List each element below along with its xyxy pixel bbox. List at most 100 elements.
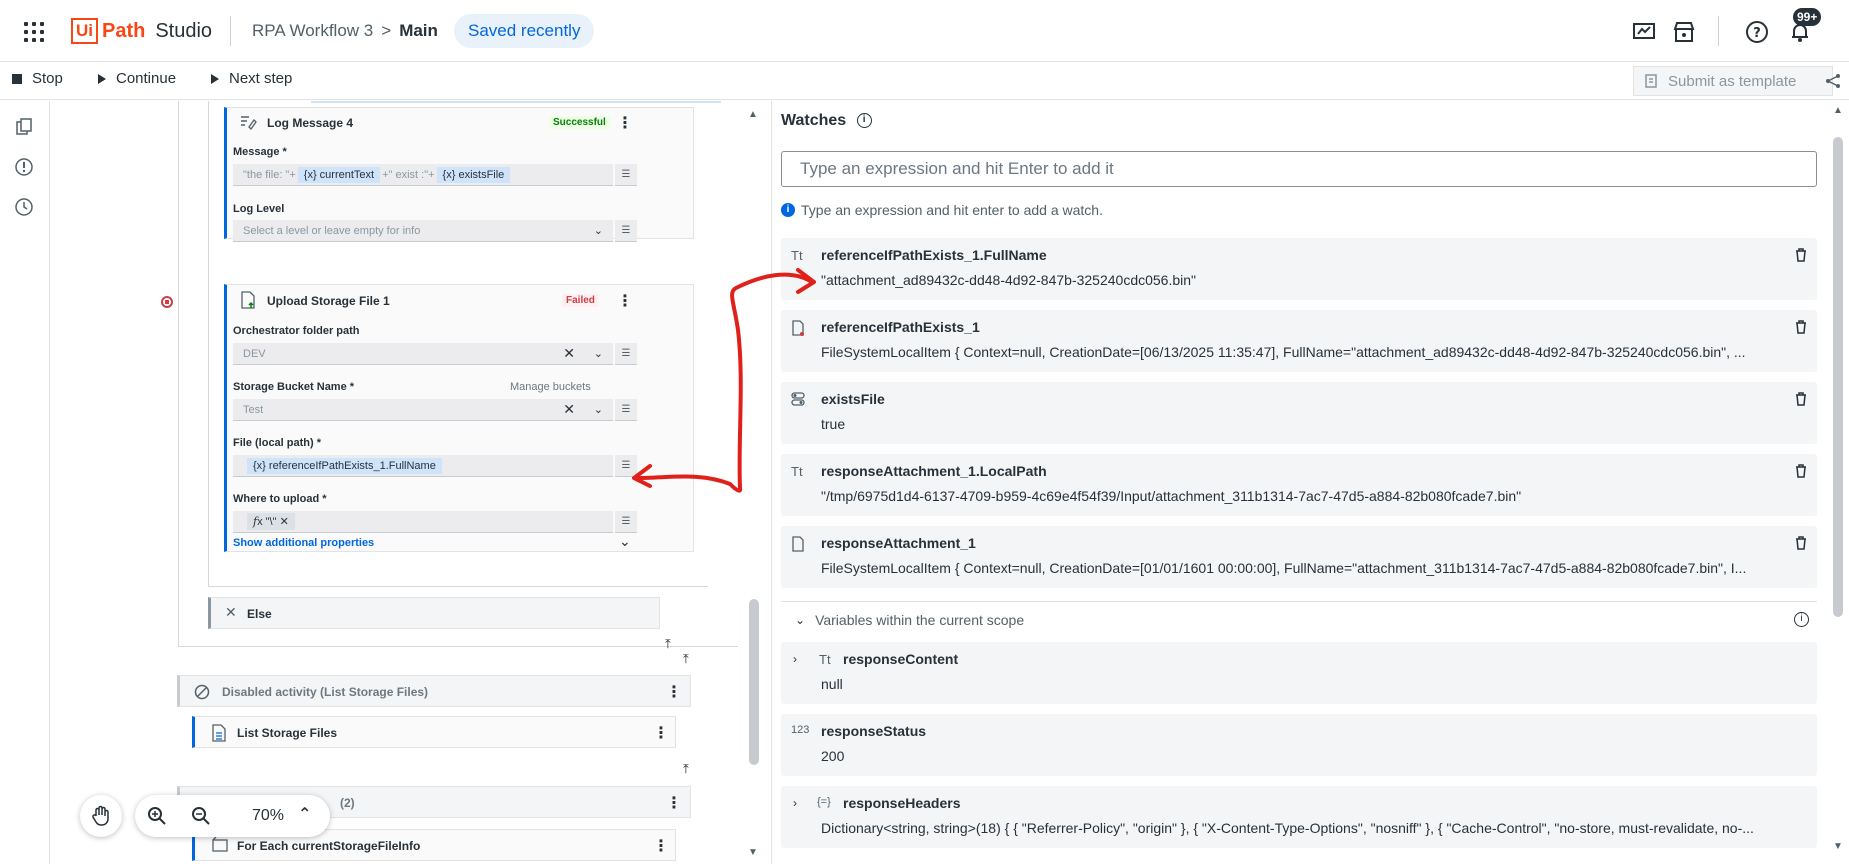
chevron-up-icon[interactable]: ⌃	[298, 804, 311, 824]
zoom-in-icon[interactable]	[147, 806, 167, 826]
submit-template-button[interactable]: Submit as template	[1633, 66, 1833, 96]
breakpoint-icon[interactable]	[161, 296, 173, 308]
manage-buckets-link[interactable]: Manage buckets	[510, 381, 591, 393]
show-additional-properties-link[interactable]: Show additional properties	[233, 537, 374, 549]
scroll-up-icon[interactable]: ▲	[1833, 105, 1843, 116]
disabled-activity-card[interactable]: Disabled activity (List Storage Files) ⋮	[177, 675, 691, 707]
watches-title: Watches i	[781, 112, 872, 130]
watch-item[interactable]: referenceIfPathExists_1 FileSystemLocalI…	[781, 310, 1817, 372]
submit-template-label: Submit as template	[1668, 72, 1797, 90]
continue-button[interactable]: Continue	[98, 70, 176, 87]
zoom-level[interactable]: 70%	[252, 807, 284, 825]
feedback-icon[interactable]	[1632, 20, 1656, 44]
upload-storage-file-card[interactable]: Upload Storage File 1 Failed ⋮ Orchestra…	[224, 284, 694, 552]
clear-icon[interactable]: ✕	[563, 401, 575, 418]
log-level-label: Log Level	[233, 203, 285, 215]
breadcrumb: RPA Workflow 3 > Main	[252, 21, 438, 41]
list-storage-files-card[interactable]: List Storage Files ⋮	[192, 716, 676, 748]
status-badge: Successful	[549, 116, 610, 129]
variable-chip[interactable]: {x} referenceIfPathExists_1.FullName	[247, 457, 442, 474]
watch-item[interactable]: existsFile true	[781, 382, 1817, 444]
expression-editor-icon[interactable]: ☰	[615, 399, 637, 421]
clear-icon[interactable]: ✕	[563, 345, 575, 362]
help-icon[interactable]: ?	[1745, 20, 1769, 44]
watch-expression-input[interactable]: Type an expression and hit Enter to add …	[781, 151, 1817, 187]
stop-icon	[12, 73, 22, 84]
pan-tool-button[interactable]	[80, 795, 122, 837]
bucket-name-label: Storage Bucket Name *	[233, 381, 355, 393]
more-options-icon[interactable]: ⋮	[653, 836, 669, 856]
delete-icon[interactable]	[1795, 464, 1807, 478]
delete-icon[interactable]	[1795, 320, 1807, 334]
more-options-icon[interactable]: ⋮	[666, 793, 682, 813]
expression-editor-icon[interactable]: ☰	[615, 220, 637, 242]
collapse-icon[interactable]: ⤒	[683, 651, 689, 667]
scope-variable-item[interactable]: 123 responseStatus 200	[781, 714, 1817, 776]
scrollbar-thumb[interactable]	[1833, 137, 1843, 617]
delete-icon[interactable]	[1795, 536, 1807, 550]
message-field[interactable]: "the file: "+ {x} currentText +" exist :…	[233, 164, 613, 186]
scope-variables-header[interactable]: ⌄ Variables within the current scope i	[781, 601, 1817, 637]
history-icon[interactable]	[14, 197, 34, 217]
canvas-scrollbar[interactable]: ▲ ▼	[748, 109, 760, 864]
scroll-up-icon[interactable]: ▲	[748, 109, 758, 120]
info-icon[interactable]: i	[1794, 612, 1809, 627]
delete-icon[interactable]	[1795, 248, 1807, 262]
more-options-icon[interactable]: ⋮	[617, 113, 633, 133]
chevron-down-icon[interactable]: ⌄	[619, 533, 631, 550]
share-icon[interactable]	[1824, 72, 1842, 90]
folder-path-select[interactable]: DEV ✕ ⌄	[233, 343, 613, 365]
scrollbar-thumb[interactable]	[749, 599, 759, 765]
chevron-right-icon[interactable]: ›	[793, 652, 797, 666]
breadcrumb-workflow[interactable]: RPA Workflow 3	[252, 21, 373, 40]
more-options-icon[interactable]: ⋮	[666, 682, 682, 702]
log-level-select[interactable]: Select a level or leave empty for info ⌄	[233, 220, 613, 242]
collapse-icon[interactable]: ⤒	[683, 761, 689, 777]
watch-item[interactable]: responseAttachment_1 FileSystemLocalItem…	[781, 526, 1817, 588]
delete-icon[interactable]	[1795, 392, 1807, 406]
file-path-field[interactable]: {x} referenceIfPathExists_1.FullName	[233, 455, 613, 477]
collapse-icon[interactable]: ⤒	[665, 636, 671, 652]
chevron-down-icon[interactable]: ⌄	[594, 347, 603, 360]
stop-button[interactable]: Stop	[12, 70, 63, 87]
zoom-out-icon[interactable]	[191, 806, 211, 826]
more-options-icon[interactable]: ⋮	[653, 723, 669, 743]
bucket-name-select[interactable]: Test ✕ ⌄	[233, 399, 613, 421]
log-message-card[interactable]: Log Message 4 Successful ⋮ Message * "th…	[224, 107, 694, 242]
upload-destination-field[interactable]: fx "\" ✕	[233, 511, 613, 533]
watches-title-text: Watches	[781, 112, 847, 129]
next-step-button[interactable]: Next step	[211, 70, 292, 87]
watch-name: existsFile	[821, 391, 885, 407]
marketplace-icon[interactable]	[1672, 20, 1696, 44]
watch-item[interactable]: Tt referenceIfPathExists_1.FullName "att…	[781, 238, 1817, 300]
variable-chip[interactable]: {x} currentText	[297, 166, 381, 183]
chevron-down-icon[interactable]: ⌄	[795, 613, 805, 627]
expression-chip[interactable]: fx "\" ✕	[247, 513, 295, 530]
chevron-down-icon[interactable]: ⌄	[594, 403, 603, 416]
chevron-right-icon[interactable]: ›	[793, 796, 797, 810]
collapsed-activity-title: (2)	[340, 796, 355, 810]
watches-scrollbar[interactable]: ▲ ▼	[1833, 105, 1843, 852]
project-files-icon[interactable]	[14, 117, 34, 137]
watch-value: FileSystemLocalItem { Context=null, Crea…	[821, 560, 1747, 576]
info-icon[interactable]: i	[856, 113, 872, 129]
scope-variable-item[interactable]: › {=} responseHeaders Dictionary<string,…	[781, 786, 1817, 848]
scroll-down-icon[interactable]: ▼	[748, 847, 758, 858]
scroll-down-icon[interactable]: ▼	[1833, 841, 1843, 852]
disabled-icon	[194, 684, 210, 700]
errors-icon[interactable]	[14, 157, 34, 177]
expression-editor-icon[interactable]: ☰	[615, 164, 637, 186]
more-options-icon[interactable]: ⋮	[617, 291, 633, 311]
expression-editor-icon[interactable]: ☰	[615, 343, 637, 365]
variable-chip[interactable]: {x} existsFile	[436, 166, 511, 183]
workflow-canvas[interactable]: Log Message 4 Successful ⋮ Message * "th…	[51, 101, 771, 864]
app-launcher-icon[interactable]	[24, 22, 44, 42]
watch-item[interactable]: Tt responseAttachment_1.LocalPath "/tmp/…	[781, 454, 1817, 516]
breadcrumb-current: Main	[399, 21, 438, 40]
else-branch[interactable]: ✕ Else	[208, 597, 660, 629]
expression-editor-icon[interactable]: ☰	[615, 511, 637, 533]
watch-input-placeholder: Type an expression and hit Enter to add …	[800, 159, 1114, 178]
upload-file-icon	[241, 291, 255, 309]
expression-editor-icon[interactable]: ☰	[615, 455, 637, 477]
scope-variable-item[interactable]: › Tt responseContent null	[781, 642, 1817, 704]
